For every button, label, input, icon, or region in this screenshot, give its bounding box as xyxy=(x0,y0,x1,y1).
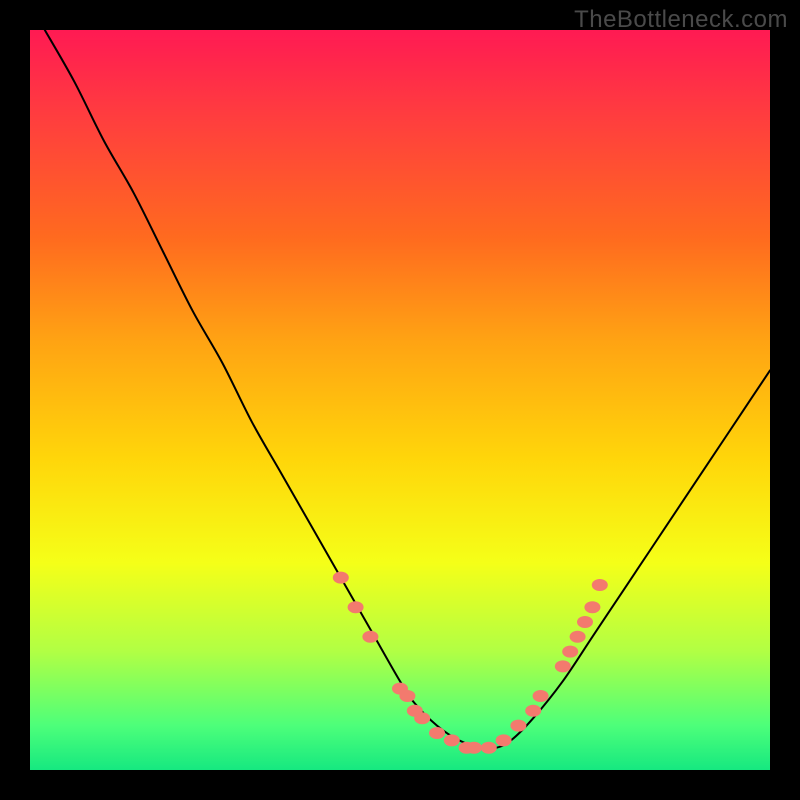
data-point xyxy=(525,705,541,717)
data-point xyxy=(399,690,415,702)
data-point xyxy=(533,690,549,702)
data-point xyxy=(510,720,526,732)
data-point xyxy=(570,631,586,643)
data-point xyxy=(429,727,445,739)
data-point xyxy=(414,712,430,724)
data-point xyxy=(362,631,378,643)
chart-frame: TheBottleneck.com xyxy=(0,0,800,800)
data-point xyxy=(481,742,497,754)
data-points xyxy=(30,30,770,770)
data-point xyxy=(496,734,512,746)
data-point xyxy=(333,572,349,584)
watermark-text: TheBottleneck.com xyxy=(574,6,788,34)
data-point xyxy=(562,646,578,658)
data-point xyxy=(577,616,593,628)
data-point xyxy=(444,734,460,746)
data-point xyxy=(584,601,600,613)
plot-area xyxy=(30,30,770,770)
data-point xyxy=(466,742,482,754)
data-point xyxy=(348,601,364,613)
data-point xyxy=(592,579,608,591)
data-point xyxy=(555,660,571,672)
